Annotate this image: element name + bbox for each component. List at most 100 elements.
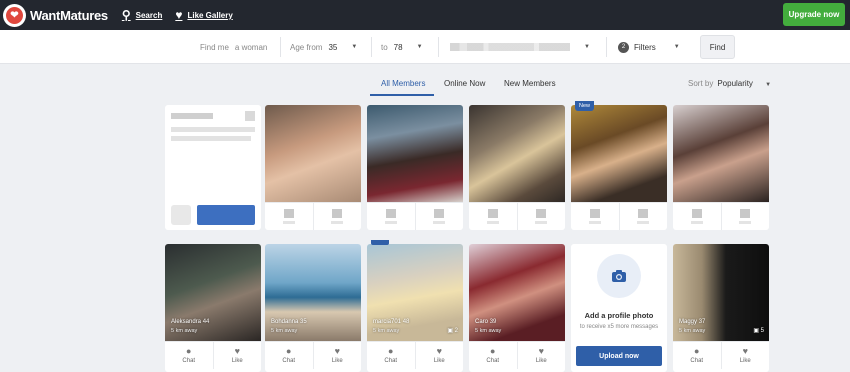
like-button[interactable] (720, 203, 770, 230)
member-card[interactable]: New (571, 101, 668, 230)
chat-button[interactable]: ● Chat (367, 342, 415, 369)
member-age: 44 (202, 319, 210, 325)
like-button[interactable] (312, 203, 362, 230)
location-select[interactable]: ▼ (450, 30, 590, 64)
tab-all-members[interactable]: All Members (381, 79, 425, 88)
heart-icon: ♥ (175, 8, 183, 22)
member-age: 39 (489, 319, 497, 325)
member-photo[interactable] (469, 105, 565, 202)
like-button[interactable] (414, 203, 464, 230)
chat-button[interactable] (367, 203, 415, 230)
age-from-select[interactable]: Age from 35 ▼ (290, 30, 357, 64)
divider (606, 37, 607, 57)
search-icon: ⚲ (121, 8, 131, 22)
chat-button[interactable] (571, 203, 619, 230)
card-actions: ● Chat ♥ Like (265, 341, 361, 369)
chat-button[interactable]: ● Chat (469, 342, 517, 369)
member-card[interactable] (367, 105, 463, 230)
card-actions (367, 202, 463, 230)
member-distance: 5 km away (679, 328, 706, 334)
card-actions (265, 202, 361, 230)
member-photo[interactable] (265, 105, 361, 202)
tab-new-members[interactable]: New Members (504, 79, 556, 88)
filters-label: Filters (634, 42, 656, 52)
member-card[interactable] (469, 105, 565, 230)
like-label: Like (231, 358, 243, 364)
nav-like-gallery-link[interactable]: ♥ Like Gallery (175, 8, 232, 22)
member-card[interactable] (673, 105, 769, 230)
age-to-select[interactable]: to 78 ▼ (381, 30, 423, 64)
member-card[interactable]: Maggy 37 5 km away ▣ 5 ● Chat ♥ Like (673, 244, 769, 372)
photo-count: ▣ 5 (753, 327, 764, 334)
add-photo-subtitle: to receive x5 more messages (579, 324, 659, 330)
nav-search-link[interactable]: ⚲ Search (122, 8, 162, 22)
member-distance: 5 km away (373, 328, 400, 334)
blurred-text (171, 136, 251, 141)
like-button[interactable]: ♥ Like (720, 342, 770, 369)
member-card[interactable]: Bohdanna 35 5 km away ● Chat ♥ Like (265, 244, 361, 372)
chat-button[interactable] (265, 203, 313, 230)
chevron-down-icon: ▼ (351, 44, 358, 50)
like-button[interactable]: ♥ Like (312, 342, 362, 369)
camera-icon: ▣ (753, 328, 759, 334)
blurred-text (171, 127, 255, 132)
like-button[interactable]: ♥ Like (212, 342, 262, 369)
chat-icon: ● (286, 346, 292, 356)
find-button[interactable]: Find (700, 35, 735, 59)
upload-now-button[interactable]: Upload now (576, 346, 662, 366)
member-photo[interactable] (673, 105, 769, 202)
member-name-age: Caro 39 (475, 319, 496, 325)
chat-button[interactable]: ● Chat (673, 342, 721, 369)
photo-count-value: 5 (760, 328, 764, 334)
like-button[interactable]: ♥ Like (516, 342, 566, 369)
sort-dropdown[interactable]: Sort by Popularity ▼ (688, 79, 771, 88)
age-from-value: 35 (328, 42, 338, 52)
member-name: Aleksandra (171, 319, 202, 325)
like-button[interactable] (618, 203, 668, 230)
like-button[interactable] (516, 203, 566, 230)
member-card[interactable] (265, 105, 361, 230)
member-name-age: Bohdanna 35 (271, 319, 307, 325)
member-name: Maggy (679, 319, 698, 325)
member-photo[interactable] (571, 105, 667, 202)
filters-dropdown[interactable]: 2 Filters ▼ (618, 30, 680, 64)
photo-count-value: 2 (454, 328, 458, 334)
member-photo[interactable] (165, 244, 261, 341)
like-label: Like (331, 358, 343, 364)
photo-count: ▣ 2 (447, 327, 458, 334)
heart-icon: ♥ (742, 346, 748, 356)
chat-button[interactable]: ● Chat (265, 342, 313, 369)
find-me-select[interactable]: Find me a woman (200, 30, 267, 64)
member-card[interactable]: marcia701 48 5 km away ▣ 2 ● Chat ♥ Like (367, 240, 464, 372)
divider (280, 37, 281, 57)
blurred-icon (245, 111, 255, 121)
like-button[interactable]: ♥ Like (414, 342, 464, 369)
like-label: Like (433, 358, 445, 364)
member-card[interactable]: Aleksandra 44 5 km away ● Chat ♥ Like (165, 244, 261, 372)
member-photo[interactable] (469, 244, 565, 341)
find-me-value: a woman (234, 42, 268, 52)
chat-label: Chat (282, 358, 296, 364)
blurred-button[interactable] (197, 205, 255, 225)
member-distance: 5 km away (271, 328, 298, 334)
chat-button[interactable] (469, 203, 517, 230)
card-actions: ● Chat ♥ Like (469, 341, 565, 369)
age-to-label: to (381, 42, 388, 52)
sort-value: Popularity (717, 79, 753, 88)
chat-button[interactable] (673, 203, 721, 230)
member-photo[interactable] (265, 244, 361, 341)
chat-button[interactable]: ● Chat (165, 342, 213, 369)
camera-icon: ▣ (447, 328, 453, 334)
upgrade-button[interactable]: Upgrade now (783, 3, 845, 26)
tab-online-now[interactable]: Online Now (444, 79, 485, 88)
member-photo[interactable] (367, 105, 463, 202)
divider (371, 37, 372, 57)
site-logo[interactable]: ❤ WantMatures (3, 3, 108, 27)
blurred-icon (171, 205, 191, 225)
sort-label: Sort by (688, 79, 714, 88)
member-name: Bohdanna (271, 319, 299, 325)
card-actions (469, 202, 565, 230)
chat-label: Chat (384, 358, 398, 364)
chat-icon (283, 209, 294, 218)
member-card[interactable]: Caro 39 5 km away ● Chat ♥ Like (469, 244, 565, 372)
